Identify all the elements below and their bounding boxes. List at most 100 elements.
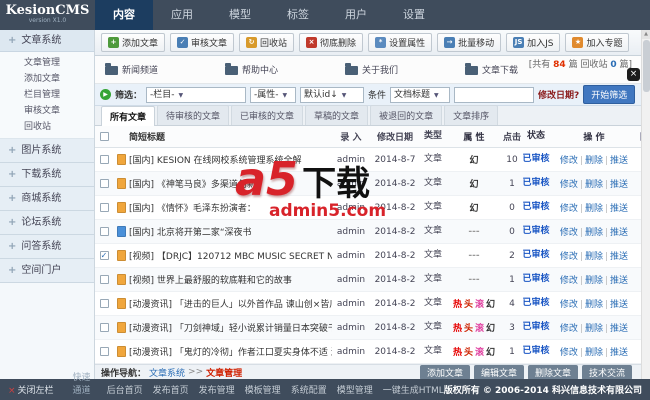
- nav-item-2[interactable]: 应用: [153, 0, 211, 30]
- collapse-sidebar-button[interactable]: × 关闭左栏: [0, 383, 73, 396]
- channel-新闻频道[interactable]: 新闻频道: [105, 63, 225, 76]
- nav-item-6[interactable]: 设置: [385, 0, 443, 30]
- channel-帮助中心[interactable]: 帮助中心: [225, 63, 345, 76]
- toolbar-button-彻底删除[interactable]: × 彻底删除: [299, 33, 364, 52]
- bottom-button-技术交流[interactable]: 技术交流: [581, 364, 632, 379]
- footer-link-模型管理[interactable]: 模型管理: [337, 383, 373, 396]
- tab-文章排序[interactable]: 文章排序: [444, 105, 499, 125]
- bottom-button-删除文章[interactable]: 删除文章: [527, 364, 578, 379]
- keyword-input[interactable]: [454, 86, 535, 103]
- action-link-修改[interactable]: 修改: [560, 180, 578, 190]
- tab-草稿的文章[interactable]: 草稿的文章: [305, 105, 369, 125]
- attribute-select[interactable]: -属性-: [250, 86, 297, 103]
- scroll-up-icon[interactable]: ▲: [642, 30, 650, 39]
- toolbar-button-添加文章[interactable]: + 添加文章: [101, 33, 166, 52]
- action-link-推送[interactable]: 推送: [610, 156, 628, 166]
- bottom-button-编辑文章[interactable]: 编辑文章: [473, 364, 524, 379]
- action-link-推送[interactable]: 推送: [610, 180, 628, 190]
- footer-link-模板管理[interactable]: 模板管理: [245, 383, 281, 396]
- order-select[interactable]: 默认id↓: [300, 86, 365, 103]
- action-link-删除[interactable]: 删除: [585, 324, 603, 334]
- action-link-删除[interactable]: 删除: [585, 180, 603, 190]
- vertical-scrollbar[interactable]: ▲: [641, 30, 650, 379]
- toolbar-button-加入专题[interactable]: ★ 加入专题: [565, 33, 630, 52]
- action-link-删除[interactable]: 删除: [585, 348, 603, 358]
- article-title[interactable]: [视频] 世界上最舒服的软底鞋和它的故事: [129, 273, 332, 286]
- tab-所有文章[interactable]: 所有文章: [101, 106, 156, 126]
- sidebar-item-审核文章[interactable]: 审核文章: [0, 103, 94, 119]
- action-link-推送[interactable]: 推送: [610, 300, 628, 310]
- footer-link-发布首页[interactable]: 发布首页: [153, 383, 189, 396]
- footer-link-后台首页[interactable]: 后台首页: [107, 383, 143, 396]
- toolbar-button-审核文章[interactable]: ✓ 审核文章: [170, 33, 235, 52]
- article-title[interactable]: [国内] 《情怀》毛泽东扮演者：: [129, 201, 332, 214]
- action-link-修改[interactable]: 修改: [560, 252, 578, 262]
- action-link-删除[interactable]: 删除: [585, 300, 603, 310]
- sidebar-item-栏目管理[interactable]: 栏目管理: [0, 87, 94, 103]
- breadcrumb-article-manage[interactable]: 文章管理: [206, 366, 242, 379]
- action-link-推送[interactable]: 推送: [610, 228, 628, 238]
- action-link-删除[interactable]: 删除: [585, 252, 603, 262]
- tab-待审核的文章[interactable]: 待审核的文章: [157, 105, 230, 125]
- row-checkbox[interactable]: [99, 155, 109, 164]
- nav-item-4[interactable]: 标签: [269, 0, 327, 30]
- article-title[interactable]: [国内] 北京将开第二家“深夜书: [129, 225, 332, 238]
- action-link-推送[interactable]: 推送: [610, 324, 628, 334]
- action-link-修改[interactable]: 修改: [560, 348, 578, 358]
- action-link-修改[interactable]: 修改: [560, 276, 578, 286]
- sidebar-section-问答系统[interactable]: + 问答系统: [0, 235, 94, 259]
- action-link-修改[interactable]: 修改: [560, 156, 578, 166]
- row-checkbox[interactable]: [99, 299, 109, 308]
- field-select[interactable]: 文档标题: [390, 86, 451, 103]
- row-checkbox[interactable]: [99, 347, 109, 356]
- row-checkbox[interactable]: ✓: [99, 251, 109, 260]
- article-title[interactable]: [动漫资讯] 「鬼灯的冷彻」作者江口夏实身体不适 漫画隔周连载: [129, 345, 332, 358]
- footer-link-系统配置[interactable]: 系统配置: [291, 383, 327, 396]
- bottom-button-添加文章[interactable]: 添加文章: [419, 364, 470, 379]
- toolbar-button-加入JS[interactable]: JS 加入JS: [506, 33, 561, 52]
- breadcrumb-article-system[interactable]: 文章系统: [149, 366, 185, 379]
- action-link-推送[interactable]: 推送: [610, 348, 628, 358]
- row-checkbox[interactable]: [99, 323, 109, 332]
- close-icon[interactable]: ×: [627, 68, 640, 81]
- action-link-推送[interactable]: 推送: [610, 252, 628, 262]
- sidebar-section-商城系统[interactable]: + 商城系统: [0, 187, 94, 211]
- article-title[interactable]: [动漫资讯] 「进击的巨人」以外首作品 谏山创×皆川亮二新漫画将刊: [129, 297, 332, 310]
- modify-date-link[interactable]: 修改日期?: [538, 88, 579, 101]
- tab-被退回的文章[interactable]: 被退回的文章: [370, 105, 443, 125]
- start-filter-button[interactable]: 开始筛选: [583, 85, 636, 104]
- row-checkbox[interactable]: [99, 275, 109, 284]
- select-all-checkbox[interactable]: [99, 132, 109, 141]
- nav-item-5[interactable]: 用户: [327, 0, 385, 30]
- row-checkbox[interactable]: [99, 203, 109, 212]
- footer-link-一键生成HTML[interactable]: 一键生成HTML: [383, 383, 444, 396]
- sidebar-section-论坛系统[interactable]: + 论坛系统: [0, 211, 94, 235]
- nav-item-1[interactable]: 内容: [95, 0, 153, 30]
- toolbar-button-设置属性[interactable]: * 设置属性: [368, 33, 433, 52]
- sidebar-section-空间门户[interactable]: + 空间门户: [0, 259, 94, 283]
- row-checkbox[interactable]: [99, 179, 109, 188]
- article-title[interactable]: [国内] 《神笔马良》多渠道创新: [129, 177, 332, 190]
- sidebar-section-article-system[interactable]: + 文章系统: [0, 30, 94, 52]
- action-link-删除[interactable]: 删除: [585, 276, 603, 286]
- action-link-删除[interactable]: 删除: [585, 228, 603, 238]
- sidebar-section-下载系统[interactable]: + 下载系统: [0, 163, 94, 187]
- category-select[interactable]: -栏目-: [146, 86, 247, 103]
- action-link-推送[interactable]: 推送: [610, 276, 628, 286]
- footer-link-发布管理[interactable]: 发布管理: [199, 383, 235, 396]
- action-link-修改[interactable]: 修改: [560, 324, 578, 334]
- toolbar-button-批量移动[interactable]: → 批量移动: [437, 33, 502, 52]
- article-title[interactable]: [国内] KESION 在线网校系统管理系统全解: [129, 153, 332, 166]
- action-link-删除[interactable]: 删除: [585, 204, 603, 214]
- article-title[interactable]: [动漫资讯] 「刀剑神域」轻小说累计销量日本突破千万 全世界1400万: [129, 321, 332, 334]
- action-link-删除[interactable]: 删除: [585, 156, 603, 166]
- row-checkbox[interactable]: [99, 227, 109, 236]
- action-link-推送[interactable]: 推送: [610, 204, 628, 214]
- action-link-修改[interactable]: 修改: [560, 228, 578, 238]
- scrollbar-thumb[interactable]: [643, 40, 650, 92]
- sidebar-item-文章管理[interactable]: 文章管理: [0, 55, 94, 71]
- sidebar-item-添加文章[interactable]: 添加文章: [0, 71, 94, 87]
- toolbar-button-回收站[interactable]: ↻ 回收站: [239, 33, 295, 52]
- nav-item-3[interactable]: 模型: [211, 0, 269, 30]
- article-title[interactable]: [视频] 【DRJC】120712 MBC MUSIC SECRET No.1 …: [129, 249, 332, 262]
